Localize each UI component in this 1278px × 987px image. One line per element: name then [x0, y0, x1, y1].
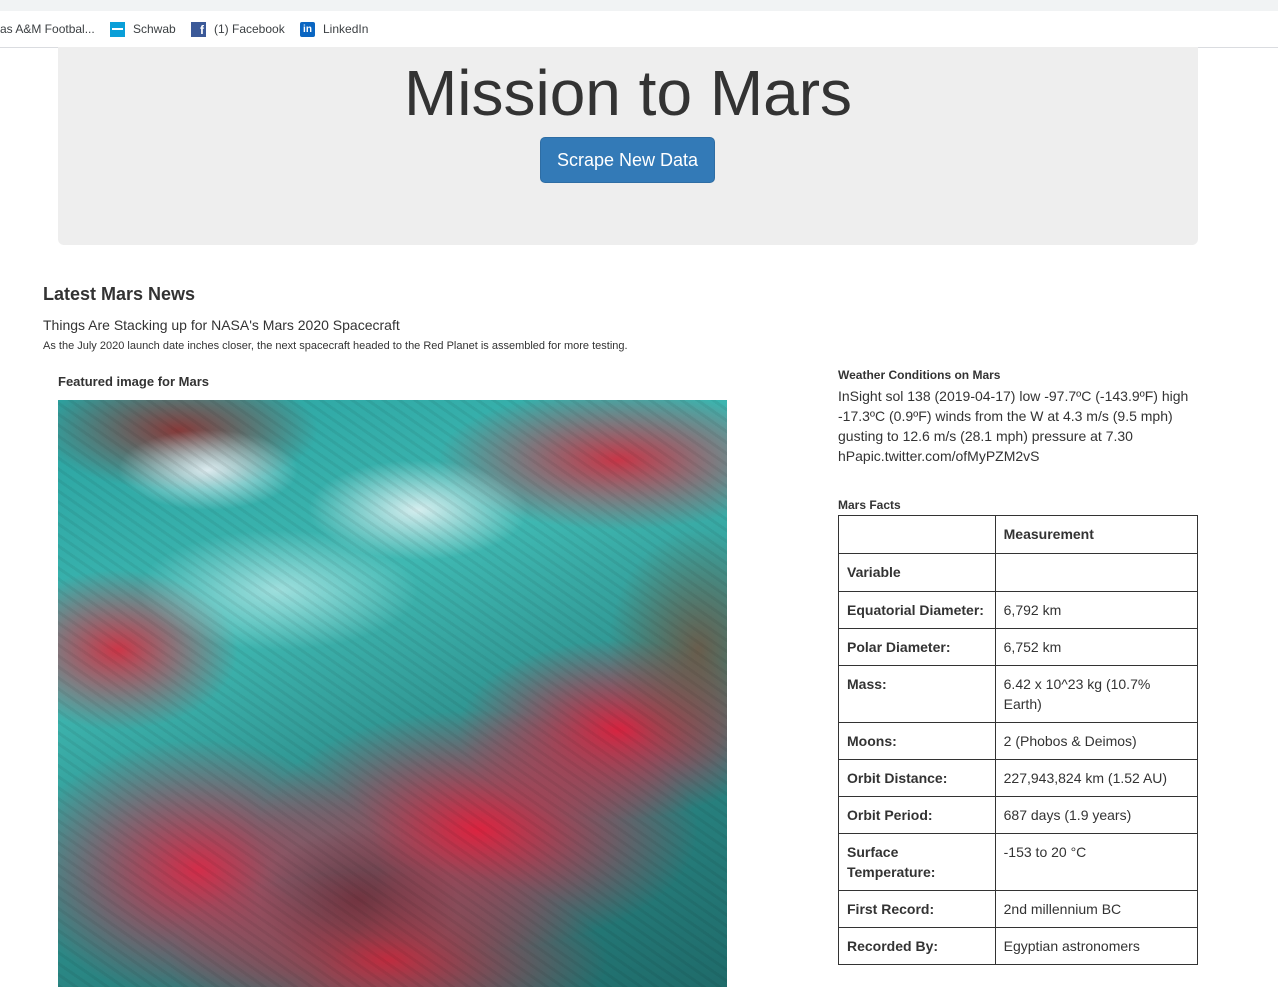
fact-value: -153 to 20 °C: [994, 833, 1199, 891]
fact-value: 2 (Phobos & Deimos): [994, 722, 1199, 760]
table-row: Surface Temperature: -153 to 20 °C: [838, 833, 1199, 891]
fact-label: Mass:: [838, 665, 996, 723]
header-measurement: Measurement: [994, 515, 1199, 554]
bookmarks-bar: as A&M Footbal... Schwab f (1) Facebook …: [0, 11, 1278, 48]
news-heading: Latest Mars News: [43, 284, 196, 304]
table-row: Polar Diameter: 6,752 km: [838, 628, 1199, 666]
fact-value: 6.42 x 10^23 kg (10.7% Earth): [994, 665, 1199, 723]
bookmark-label: (1) Facebook: [214, 22, 285, 36]
bookmark-label: LinkedIn: [323, 22, 369, 36]
mars-facts-table: Measurement Variable Equatorial Diameter…: [838, 515, 1199, 965]
scrape-new-data-button[interactable]: Scrape New Data: [540, 137, 715, 183]
news-paragraph: As the July 2020 launch date inches clos…: [43, 340, 628, 352]
fact-label: Orbit Period:: [838, 796, 996, 834]
fact-value: Egyptian astronomers: [994, 927, 1199, 965]
fact-label: Recorded By:: [838, 927, 996, 965]
fact-value: 2nd millennium BC: [994, 890, 1199, 928]
fact-value: 6,792 km: [994, 591, 1199, 629]
facts-heading: Mars Facts: [838, 498, 901, 512]
table-row: Recorded By: Egyptian astronomers: [838, 927, 1199, 965]
weather-heading: Weather Conditions on Mars: [838, 368, 1001, 382]
table-header-row: Measurement: [838, 515, 1199, 554]
table-row: First Record: 2nd millennium BC: [838, 890, 1199, 928]
news-title: Things Are Stacking up for NASA's Mars 2…: [43, 317, 400, 333]
bookmark-facebook[interactable]: f (1) Facebook: [191, 21, 285, 37]
fact-label: First Record:: [838, 890, 996, 928]
bookmark-schwab[interactable]: Schwab: [110, 21, 176, 37]
fact-label: Orbit Distance:: [838, 759, 996, 797]
index-blank-cell: [994, 553, 1199, 592]
header-variable: Variable: [838, 553, 996, 592]
fact-label: Moons:: [838, 722, 996, 760]
bookmark-aggie-football[interactable]: as A&M Footbal...: [0, 21, 95, 37]
fact-label: Polar Diameter:: [838, 628, 996, 666]
table-row: Orbit Period: 687 days (1.9 years): [838, 796, 1199, 834]
fact-label: Equatorial Diameter:: [838, 591, 996, 629]
facebook-icon: f: [191, 21, 206, 37]
jumbotron: Mission to Mars Scrape New Data: [58, 47, 1198, 245]
weather-text: InSight sol 138 (2019-04-17) low -97.7ºC…: [838, 388, 1189, 464]
table-row: Mass: 6.42 x 10^23 kg (10.7% Earth): [838, 665, 1199, 723]
fact-value: 227,943,824 km (1.52 AU): [994, 759, 1199, 797]
fact-value: 687 days (1.9 years): [994, 796, 1199, 834]
table-row: Moons: 2 (Phobos & Deimos): [838, 722, 1199, 760]
bookmark-label: Schwab: [133, 22, 176, 36]
fact-value: 6,752 km: [994, 628, 1199, 666]
featured-mars-image: [58, 400, 727, 987]
table-index-row: Variable: [838, 553, 1199, 592]
table-row: Orbit Distance: 227,943,824 km (1.52 AU): [838, 759, 1199, 797]
featured-image-heading: Featured image for Mars: [58, 374, 209, 389]
schwab-icon: [110, 21, 125, 37]
bookmark-label: as A&M Footbal...: [0, 22, 95, 36]
table-row: Equatorial Diameter: 6,792 km: [838, 591, 1199, 629]
fact-label: Surface Temperature:: [838, 833, 996, 891]
page-title: Mission to Mars: [403, 57, 853, 129]
header-blank-cell: [838, 515, 996, 554]
browser-top-strip: [0, 0, 1278, 11]
bookmark-linkedin[interactable]: in LinkedIn: [300, 21, 368, 37]
linkedin-icon: in: [300, 21, 315, 37]
